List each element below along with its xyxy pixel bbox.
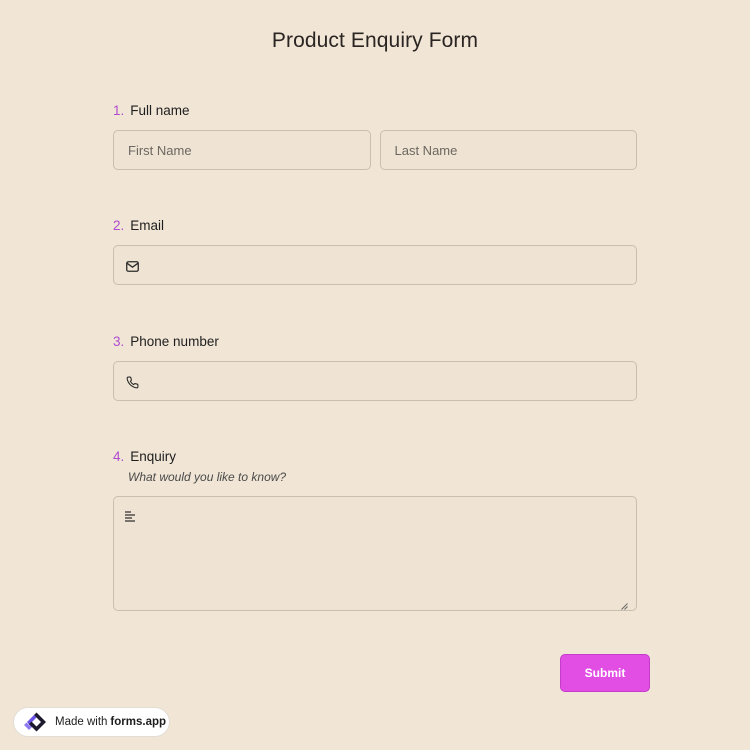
question-number: 4. [113, 449, 125, 464]
question-title: Full name [130, 103, 190, 118]
enquiry-field[interactable] [113, 496, 637, 611]
name-row [113, 130, 637, 170]
submit-button[interactable]: Submit [560, 654, 650, 692]
question-phone: 3. Phone number [113, 333, 637, 401]
question-title: Enquiry [130, 449, 177, 464]
enquiry-textarea[interactable] [114, 497, 636, 610]
email-input[interactable] [114, 246, 636, 284]
made-with-badge[interactable]: Made with forms.app [13, 707, 170, 737]
form-title: Product Enquiry Form [271, 29, 479, 52]
question-title: Phone number [130, 334, 219, 349]
question-label: 1. Full name [113, 102, 637, 120]
last-name-input[interactable] [380, 131, 636, 169]
email-field[interactable] [113, 245, 637, 285]
first-name-field[interactable] [113, 130, 371, 170]
question-number: 2. [113, 218, 125, 233]
brand-name: forms.app [110, 716, 167, 728]
last-name-field[interactable] [379, 130, 637, 170]
question-label: 2. Email [113, 217, 637, 235]
forms-app-logo-icon [21, 710, 49, 734]
question-label: 4. Enquiry [113, 448, 637, 466]
form-page: Product Enquiry Form 1. Full name 2. Email [0, 0, 750, 750]
question-number: 1. [113, 103, 125, 118]
resize-handle[interactable] [621, 597, 628, 610]
phone-input[interactable] [114, 362, 636, 400]
question-full-name: 1. Full name [113, 102, 637, 170]
phone-field[interactable] [113, 361, 637, 401]
first-name-input[interactable] [114, 131, 370, 169]
question-email: 2. Email [113, 217, 637, 285]
text-lines-icon [124, 509, 138, 523]
question-title: Email [130, 218, 165, 233]
question-label: 3. Phone number [113, 333, 637, 351]
question-enquiry: 4. Enquiry What would you like to know? [113, 448, 637, 611]
made-with-text: Made with [55, 716, 108, 728]
question-description: What would you like to know? [128, 470, 287, 484]
mail-icon [124, 258, 140, 274]
question-number: 3. [113, 334, 125, 349]
phone-icon [124, 374, 140, 390]
